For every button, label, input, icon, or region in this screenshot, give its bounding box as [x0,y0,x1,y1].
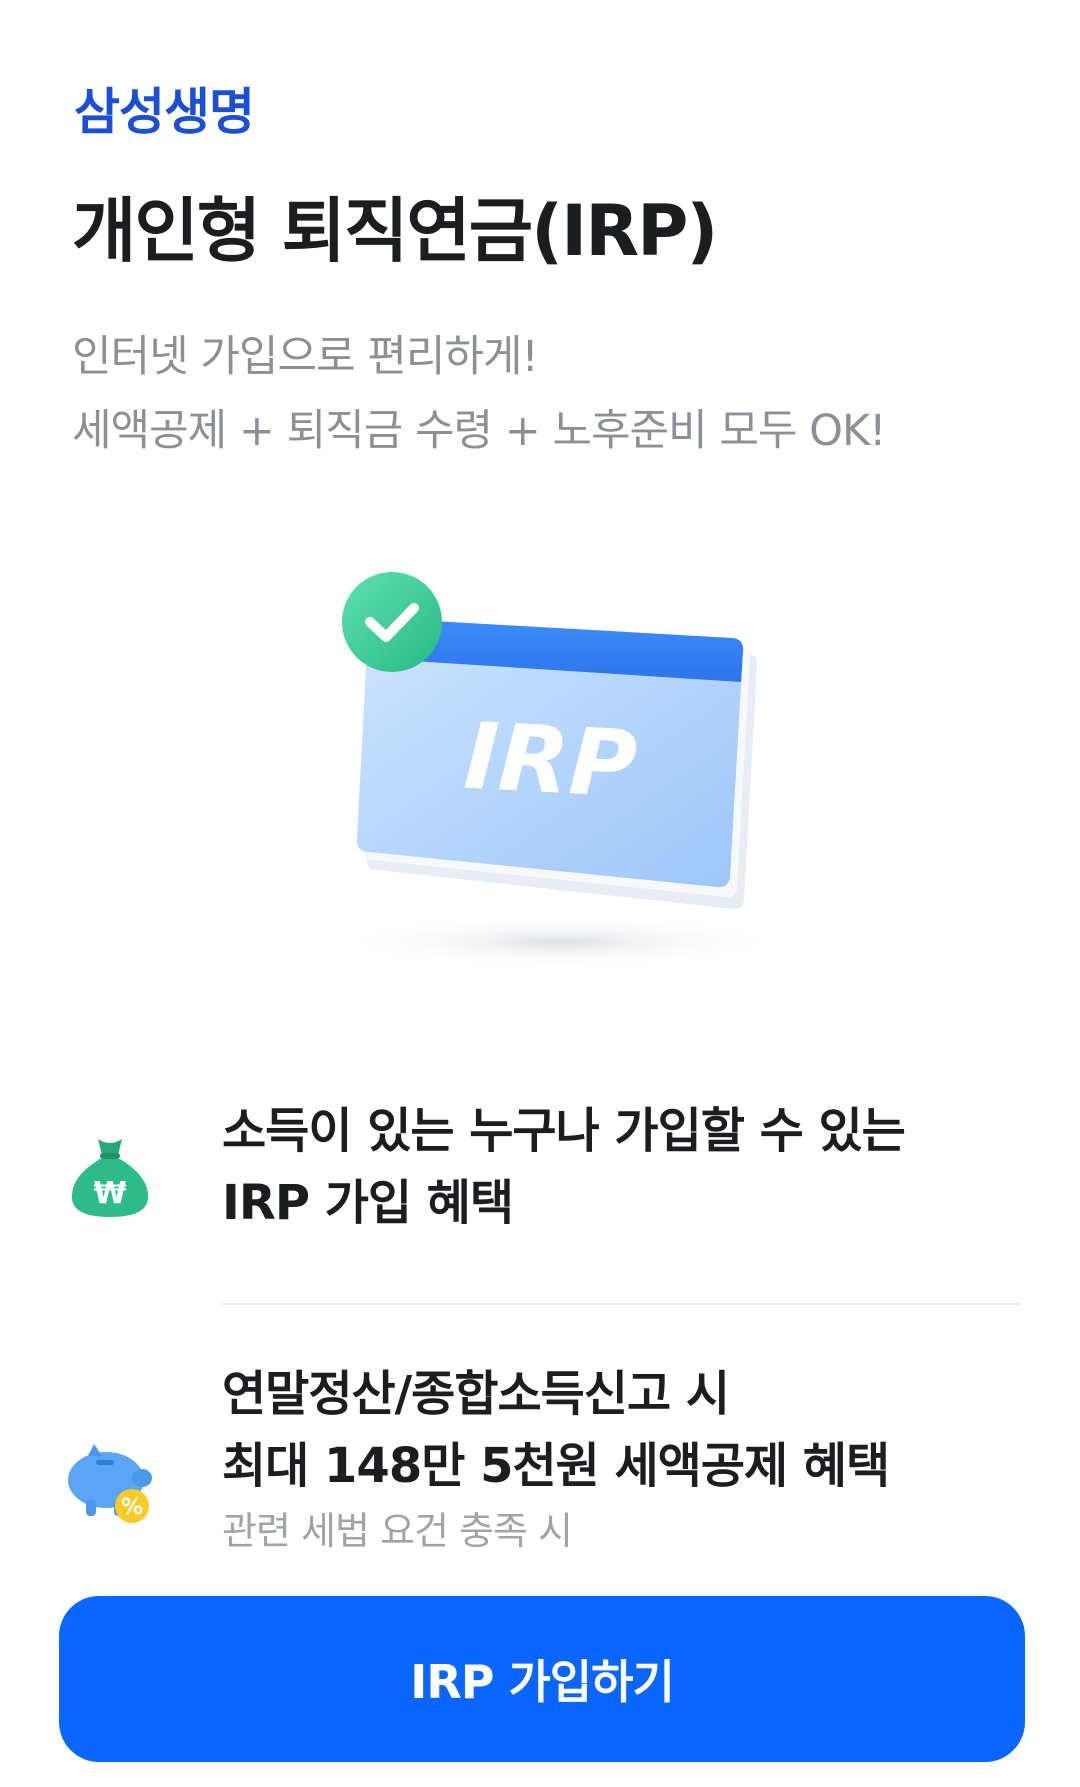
subtitle-line-2: 세액공제 + 퇴직금 수령 + 노후준비 모두 OK! [72,406,886,456]
feature-text-eligibility: 소득이 있는 누구나 가입할 수 있는 IRP 가입 혜택 [222,1095,1020,1239]
page-title: 개인형 퇴직연금(IRP) [72,190,718,272]
page-subtitle: 인터넷 가입으로 편리하게! 세액공제 + 퇴직금 수령 + 노후준비 모두 O… [72,320,886,468]
subtitle-line-1: 인터넷 가입으로 편리하게! [72,332,539,382]
feature-2-note: 관련 세법 요건 충족 시 [222,1509,573,1553]
feature-text-tax-deduction: 연말정산/종합소득신고 시 최대 148만 5천원 세액공제 혜택 관련 세법 … [222,1358,1020,1560]
money-bag-won-icon: ₩ [71,1139,149,1217]
brand-logo-text: 삼성생명 [74,83,255,141]
feature-divider [222,1303,1022,1305]
piggy-bank-percent-icon: % [68,1444,152,1523]
feature-item-tax-deduction: % 연말정산/종합소득신고 시 최대 148만 5천원 세액공제 혜택 관련 세… [60,1358,1020,1568]
check-badge [342,572,442,672]
irp-signup-button[interactable]: IRP 가입하기 [59,1596,1025,1762]
feature-item-eligibility: ₩ 소득이 있는 누구나 가입할 수 있는 IRP 가입 혜택 [60,1095,1020,1295]
svg-text:₩: ₩ [93,1176,126,1211]
feature-1-line-1: 소득이 있는 누구나 가입할 수 있는 [222,1103,906,1159]
irp-landing-page: 삼성생명 개인형 퇴직연금(IRP) 인터넷 가입으로 편리하게! 세액공제 +… [0,0,1080,1787]
feature-1-line-2: IRP 가입 혜택 [222,1175,514,1231]
feature-2-line-1: 연말정산/종합소득신고 시 [222,1366,730,1422]
irp-calendar-illustration: IRP [340,572,780,968]
hero-shadow [340,916,780,968]
feature-2-line-2: 최대 148만 5천원 세액공제 혜택 [222,1438,890,1494]
svg-text:%: % [121,1495,143,1520]
card-irp-text: IRP [462,703,640,819]
